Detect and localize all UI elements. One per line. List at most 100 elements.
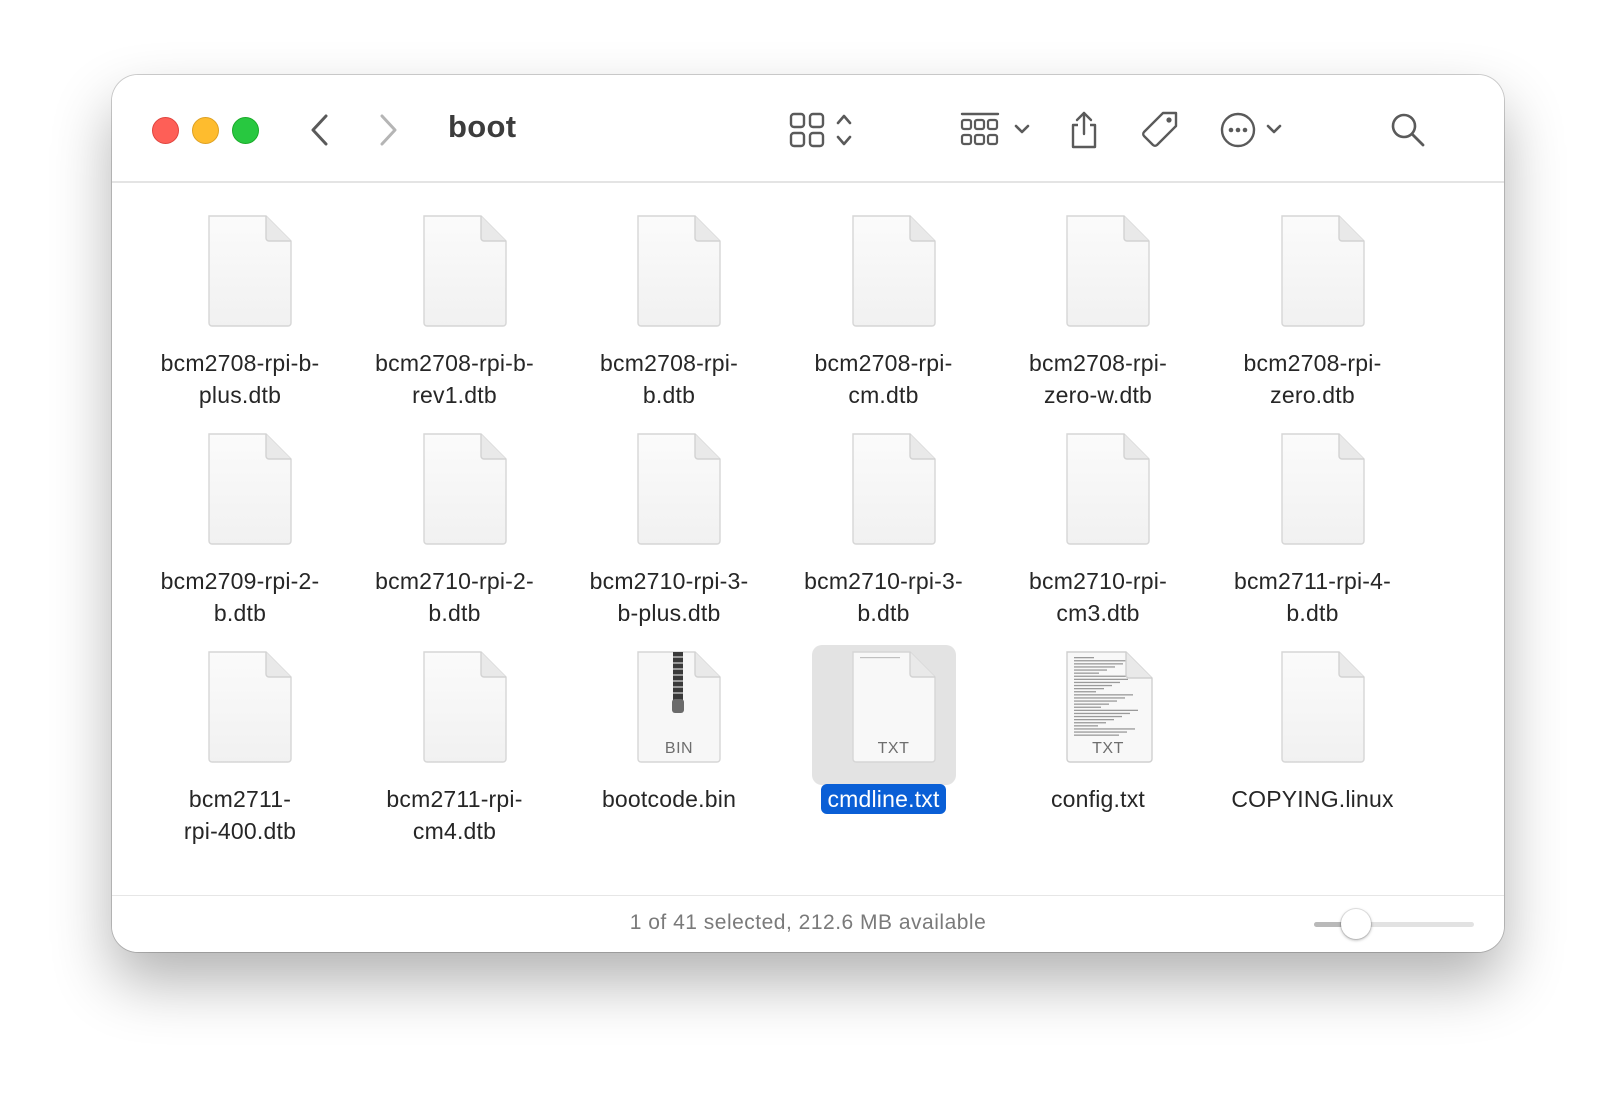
blank-document-icon: [1279, 213, 1367, 329]
file-name-label[interactable]: bcm2711- rpi-400.dtb: [116, 783, 364, 847]
text-document-icon: TXT: [1064, 649, 1153, 765]
file-name-label[interactable]: bootcode.bin: [545, 783, 793, 815]
file-item[interactable]: bcm2710-rpi-cm3.dtb: [974, 427, 1184, 637]
file-item[interactable]: bcm2709-rpi-2- b.dtb: [116, 427, 326, 637]
file-icon-container[interactable]: [597, 427, 741, 567]
file-item[interactable]: bcm2708-rpi-zero.dtb: [1189, 209, 1399, 419]
close-button[interactable]: [152, 117, 179, 144]
blank-document-icon: [635, 213, 723, 329]
file-icon-container[interactable]: [1241, 209, 1385, 349]
file-item[interactable]: bcm2711-rpi-4- b.dtb: [1189, 427, 1399, 637]
file-name-label[interactable]: bcm2708-rpi-cm.dtb: [760, 347, 1008, 411]
file-grid-area[interactable]: bcm2708-rpi-b-plus.dtb bcm2708-rpi-b-rev1…: [112, 183, 1504, 901]
blank-document-icon: [1064, 431, 1152, 547]
file-name-text: bcm2708-rpi-b-plus.dtb: [160, 350, 320, 408]
icon-size-slider[interactable]: [1314, 909, 1474, 939]
file-item[interactable]: COPYING.linux: [1189, 645, 1399, 855]
file-item[interactable]: TXT config.txt: [974, 645, 1184, 855]
file-name-text: bootcode.bin: [601, 786, 737, 812]
group-by-icon[interactable]: [960, 105, 1036, 155]
toolbar: boot: [112, 75, 1504, 183]
file-item[interactable]: bcm2708-rpi-cm.dtb: [760, 209, 970, 419]
file-icon-container[interactable]: [383, 209, 527, 349]
slider-knob[interactable]: [1340, 909, 1371, 939]
file-name-label[interactable]: bcm2708-rpi-b-plus.dtb: [116, 347, 364, 411]
file-item[interactable]: bcm2711- rpi-400.dtb: [116, 645, 326, 855]
blank-document-icon: [1279, 431, 1367, 547]
file-icon-container[interactable]: [1241, 427, 1385, 567]
file-name-text: cmdline.txt: [821, 784, 946, 814]
file-name-text: bcm2708-rpi-b.dtb: [600, 350, 738, 408]
file-icon-container[interactable]: TXT: [1026, 645, 1170, 785]
search-icon[interactable]: [1388, 105, 1428, 155]
file-item[interactable]: bcm2708-rpi-b-plus.dtb: [116, 209, 326, 419]
file-name-label[interactable]: bcm2711-rpi-cm4.dtb: [331, 783, 579, 847]
file-icon-container[interactable]: [168, 209, 312, 349]
file-extension-badge: TXT: [1092, 740, 1124, 757]
file-icon-container[interactable]: [383, 427, 527, 567]
file-item[interactable]: bcm2710-rpi-3- b-plus.dtb: [545, 427, 755, 637]
file-icon-container[interactable]: [168, 645, 312, 785]
icon-view-icon[interactable]: [788, 105, 864, 155]
file-name-label[interactable]: COPYING.linux: [1189, 783, 1437, 815]
file-extension-badge: BIN: [664, 740, 694, 757]
tag-icon[interactable]: [1138, 105, 1182, 155]
blank-document-icon: [635, 431, 723, 547]
file-name-text: bcm2710-rpi-cm3.dtb: [1029, 568, 1167, 626]
file-icon-container[interactable]: [812, 209, 956, 349]
file-name-label[interactable]: bcm2708-rpi-zero.dtb: [1189, 347, 1437, 411]
finder-window: boot bcm2708-rpi-b- plus.dtb bcm2708-rpi…: [112, 75, 1504, 952]
file-item[interactable]: BIN bootcode.bin: [545, 645, 755, 855]
share-icon[interactable]: [1066, 105, 1102, 155]
more-actions-icon[interactable]: [1218, 105, 1294, 155]
window-title: boot: [448, 109, 517, 144]
file-icon-container[interactable]: BIN: [597, 645, 741, 785]
file-name-text: bcm2711- rpi-400.dtb: [183, 786, 297, 844]
file-icon-container[interactable]: [1026, 427, 1170, 567]
file-icon-container[interactable]: [168, 427, 312, 567]
file-name-label[interactable]: bcm2709-rpi-2- b.dtb: [116, 565, 364, 629]
file-name-label[interactable]: bcm2708-rpi-b.dtb: [545, 347, 793, 411]
minimize-button[interactable]: [192, 117, 219, 144]
file-name-text: bcm2708-rpi-b-rev1.dtb: [375, 350, 534, 408]
file-item[interactable]: bcm2710-rpi-2- b.dtb: [331, 427, 541, 637]
file-extension-badge: TXT: [877, 740, 910, 757]
file-icon-container[interactable]: TXT: [811, 645, 956, 785]
file-name-text: bcm2708-rpi-zero-w.dtb: [1029, 350, 1167, 408]
file-icon-container[interactable]: [812, 427, 956, 567]
file-name-text: config.txt: [1050, 786, 1146, 812]
file-name-label[interactable]: bcm2710-rpi-3- b.dtb: [760, 565, 1008, 629]
forward-chevron-icon[interactable]: [370, 105, 406, 155]
blank-document-icon: [206, 213, 294, 329]
file-name-label[interactable]: cmdline.txt: [760, 783, 1008, 815]
file-name-label[interactable]: bcm2710-rpi-2- b.dtb: [331, 565, 579, 629]
zoom-button[interactable]: [232, 117, 259, 144]
file-item[interactable]: bcm2711-rpi-cm4.dtb: [331, 645, 541, 855]
file-name-text: bcm2710-rpi-3- b-plus.dtb: [589, 568, 749, 626]
file-name-text: COPYING.linux: [1231, 786, 1394, 812]
blank-document-icon: [206, 431, 294, 547]
file-name-label[interactable]: bcm2710-rpi-3- b-plus.dtb: [545, 565, 793, 629]
file-name-text: bcm2709-rpi-2- b.dtb: [160, 568, 320, 626]
file-item[interactable]: bcm2708-rpi-b.dtb: [545, 209, 755, 419]
file-icon-container[interactable]: [597, 209, 741, 349]
file-name-label[interactable]: config.txt: [974, 783, 1222, 815]
file-name-label[interactable]: bcm2708-rpi-zero-w.dtb: [974, 347, 1222, 411]
file-name-label[interactable]: bcm2708-rpi-b-rev1.dtb: [331, 347, 579, 411]
file-icon-container[interactable]: [383, 645, 527, 785]
file-name-label[interactable]: bcm2710-rpi-cm3.dtb: [974, 565, 1222, 629]
back-chevron-icon[interactable]: [302, 105, 338, 155]
file-icon-container[interactable]: [1026, 209, 1170, 349]
file-icon-container[interactable]: [1241, 645, 1385, 785]
file-item[interactable]: bcm2710-rpi-3- b.dtb: [760, 427, 970, 637]
file-name-label[interactable]: bcm2711-rpi-4- b.dtb: [1189, 565, 1437, 629]
file-item[interactable]: bcm2708-rpi-b-rev1.dtb: [331, 209, 541, 419]
file-item[interactable]: TXT cmdline.txt: [760, 645, 970, 855]
blank-document-icon: [1279, 649, 1367, 765]
blank-document-icon: [850, 213, 938, 329]
blank-document-icon: [1064, 213, 1152, 329]
file-name-text: bcm2710-rpi-3- b.dtb: [804, 568, 963, 626]
blank-document-icon: [206, 649, 294, 765]
status-bar: 1 of 41 selected, 212.6 MB available: [112, 895, 1504, 952]
file-item[interactable]: bcm2708-rpi-zero-w.dtb: [974, 209, 1184, 419]
